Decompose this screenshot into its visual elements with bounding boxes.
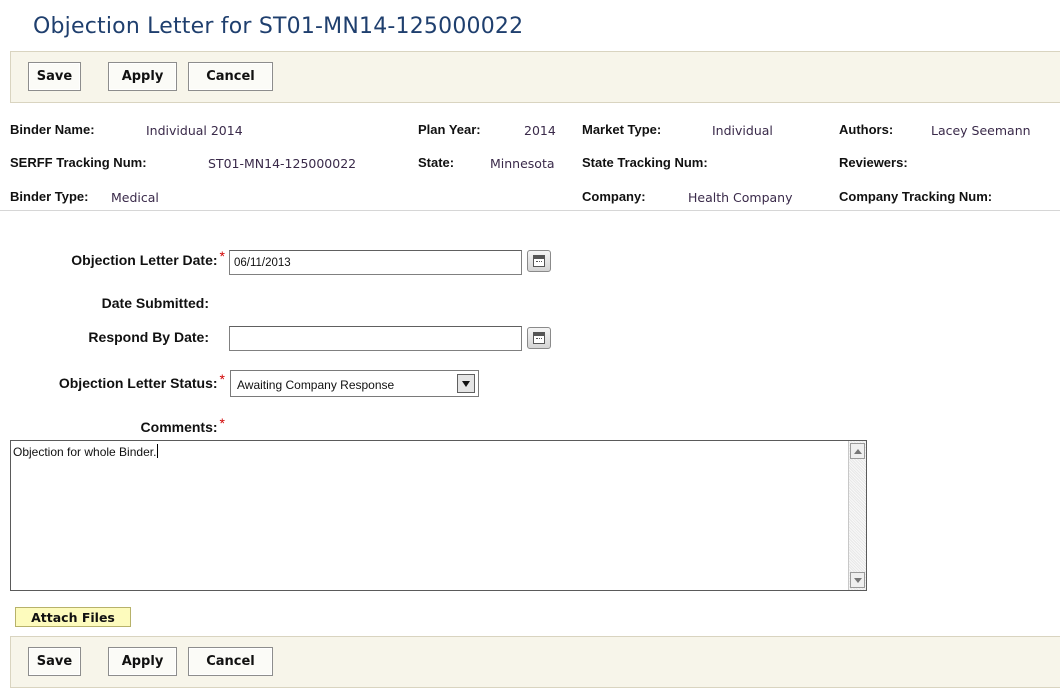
company-value: Health Company bbox=[688, 190, 793, 205]
required-marker: * bbox=[219, 248, 225, 264]
date-submitted-label: Date Submitted: bbox=[101, 295, 209, 311]
state-label: State: bbox=[418, 155, 455, 170]
bottom-toolbar: Save Apply Cancel bbox=[10, 636, 1060, 688]
page-title: Objection Letter for ST01-MN14-125000022 bbox=[33, 14, 524, 39]
objection-letter-date-label: Objection Letter Date: * bbox=[71, 248, 225, 268]
attach-files-button[interactable]: Attach Files bbox=[15, 607, 131, 627]
cancel-button[interactable]: Cancel bbox=[188, 647, 273, 676]
scroll-down-icon[interactable] bbox=[850, 572, 865, 588]
top-toolbar: Save Apply Cancel bbox=[10, 51, 1060, 103]
objection-letter-date-input[interactable]: 06/11/2013 bbox=[229, 250, 522, 275]
save-button[interactable]: Save bbox=[28, 62, 81, 91]
market-type-label: Market Type: bbox=[582, 122, 662, 137]
state-value: Minnesota bbox=[490, 156, 555, 171]
respond-by-date-input[interactable] bbox=[229, 326, 522, 351]
calendar-button-objection-date[interactable] bbox=[527, 250, 551, 272]
authors-value: Lacey Seemann bbox=[931, 123, 1031, 138]
save-button[interactable]: Save bbox=[28, 647, 81, 676]
chevron-down-icon[interactable] bbox=[457, 374, 475, 393]
reviewers-label: Reviewers: bbox=[839, 155, 908, 170]
apply-button[interactable]: Apply bbox=[108, 647, 177, 676]
serff-tracking-label: SERFF Tracking Num: bbox=[10, 155, 147, 170]
binder-type-label: Binder Type: bbox=[10, 189, 89, 204]
comments-textarea[interactable]: Objection for whole Binder. bbox=[10, 440, 867, 591]
serff-tracking-value: ST01-MN14-125000022 bbox=[208, 156, 357, 171]
apply-button[interactable]: Apply bbox=[108, 62, 177, 91]
required-marker: * bbox=[219, 415, 225, 431]
binder-type-value: Medical bbox=[111, 190, 159, 205]
objection-letter-status-select[interactable]: Awaiting Company Response bbox=[230, 370, 479, 397]
company-tracking-label: Company Tracking Num: bbox=[839, 189, 993, 204]
comments-text: Objection for whole Binder. bbox=[13, 444, 159, 459]
comments-scrollbar[interactable] bbox=[848, 441, 866, 590]
respond-by-date-label: Respond By Date: bbox=[88, 329, 209, 345]
binder-name-value: Individual 2014 bbox=[146, 123, 243, 138]
market-type-value: Individual bbox=[712, 123, 773, 138]
calendar-icon bbox=[533, 332, 545, 344]
binder-name-label: Binder Name: bbox=[10, 122, 95, 137]
status-select-value: Awaiting Company Response bbox=[237, 378, 395, 392]
calendar-button-respond-by[interactable] bbox=[527, 327, 551, 349]
plan-year-label: Plan Year: bbox=[418, 122, 481, 137]
binder-info-panel: Binder Name: Individual 2014 SERFF Track… bbox=[0, 118, 1060, 211]
cancel-button[interactable]: Cancel bbox=[188, 62, 273, 91]
required-marker: * bbox=[219, 371, 225, 387]
comments-label: Comments: * bbox=[140, 415, 225, 435]
scroll-up-icon[interactable] bbox=[850, 443, 865, 459]
plan-year-value: 2014 bbox=[524, 123, 556, 138]
objection-letter-status-label: Objection Letter Status: * bbox=[58, 371, 225, 391]
company-label: Company: bbox=[582, 189, 646, 204]
authors-label: Authors: bbox=[839, 122, 894, 137]
text-caret bbox=[157, 444, 159, 458]
calendar-icon bbox=[533, 255, 545, 267]
state-tracking-label: State Tracking Num: bbox=[582, 155, 708, 170]
